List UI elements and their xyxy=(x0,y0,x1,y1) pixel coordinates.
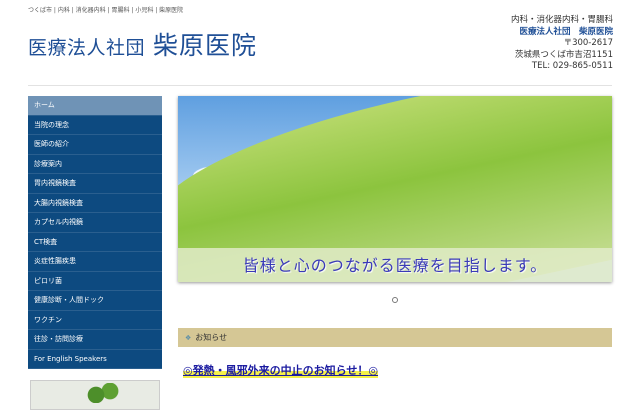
address: 茨城県つくば市吉沼1151 xyxy=(514,49,613,60)
nav-item-english[interactable]: For English Speakers xyxy=(28,350,162,369)
nav-item-pylori[interactable]: ピロリ菌 xyxy=(28,272,162,291)
notice-header: ❖ お知らせ xyxy=(178,328,612,347)
nav-item-checkup[interactable]: 健康診断・人間ドック xyxy=(28,291,162,311)
slider-dot[interactable] xyxy=(392,297,398,303)
nav-item-ct[interactable]: CT検査 xyxy=(28,233,162,252)
notice-title: お知らせ xyxy=(195,333,228,342)
nav-item-capsule[interactable]: カプセル内視鏡 xyxy=(28,213,162,233)
banner-slogan: 皆様と心のつながる医療を目指します。 xyxy=(242,256,548,275)
nav-item-colonoscopy[interactable]: 大腸内視鏡検査 xyxy=(28,194,162,213)
nav-item-philosophy[interactable]: 当院の理念 xyxy=(28,116,162,135)
nav-item-vaccine[interactable]: ワクチン xyxy=(28,311,162,330)
sidebar-nav: ホーム 当院の理念 医師の紹介 診療案内 胃内視鏡検査 大腸内視鏡検査 カプセル… xyxy=(28,96,162,369)
breadcrumb: つくば市 | 内科 | 消化器内科 | 胃腸科 | 小児科 | 柴原医院 xyxy=(28,7,184,14)
logo-org: 医療法人社団 xyxy=(28,37,146,59)
diamond-icon: ❖ xyxy=(185,334,192,342)
nav-item-home-visit[interactable]: 往診・訪問診療 xyxy=(28,330,162,350)
notice-headline-link[interactable]: ◎発熱・風邪外来の中止のお知らせ！◎ xyxy=(183,362,378,378)
clinic-org: 医療法人社団 柴原医院 xyxy=(519,26,613,37)
nav-item-gastroscopy[interactable]: 胃内視鏡検査 xyxy=(28,174,162,194)
site-logo[interactable]: 医療法人社団 柴原医院 xyxy=(28,26,257,62)
logo-name: 柴原医院 xyxy=(153,31,258,60)
phone: TEL: 029-865-0511 xyxy=(531,61,613,71)
clinic-info: 内科・消化器内科・胃腸科 医療法人社団 柴原医院 〒300-2617 茨城県つく… xyxy=(511,15,613,73)
nav-item-doctor[interactable]: 医師の紹介 xyxy=(28,135,162,155)
departments: 内科・消化器内科・胃腸科 xyxy=(510,15,613,25)
nav-item-home[interactable]: ホーム xyxy=(28,96,162,116)
plant-leaves xyxy=(80,383,120,403)
header-divider xyxy=(28,85,612,86)
hero-banner: 皆様と心のつながる医療を目指します。 xyxy=(178,96,612,282)
zip-code: 〒300-2617 xyxy=(563,38,613,48)
nav-item-guide[interactable]: 診療案内 xyxy=(28,155,162,174)
nav-item-ibd[interactable]: 炎症性腸疾患 xyxy=(28,252,162,272)
